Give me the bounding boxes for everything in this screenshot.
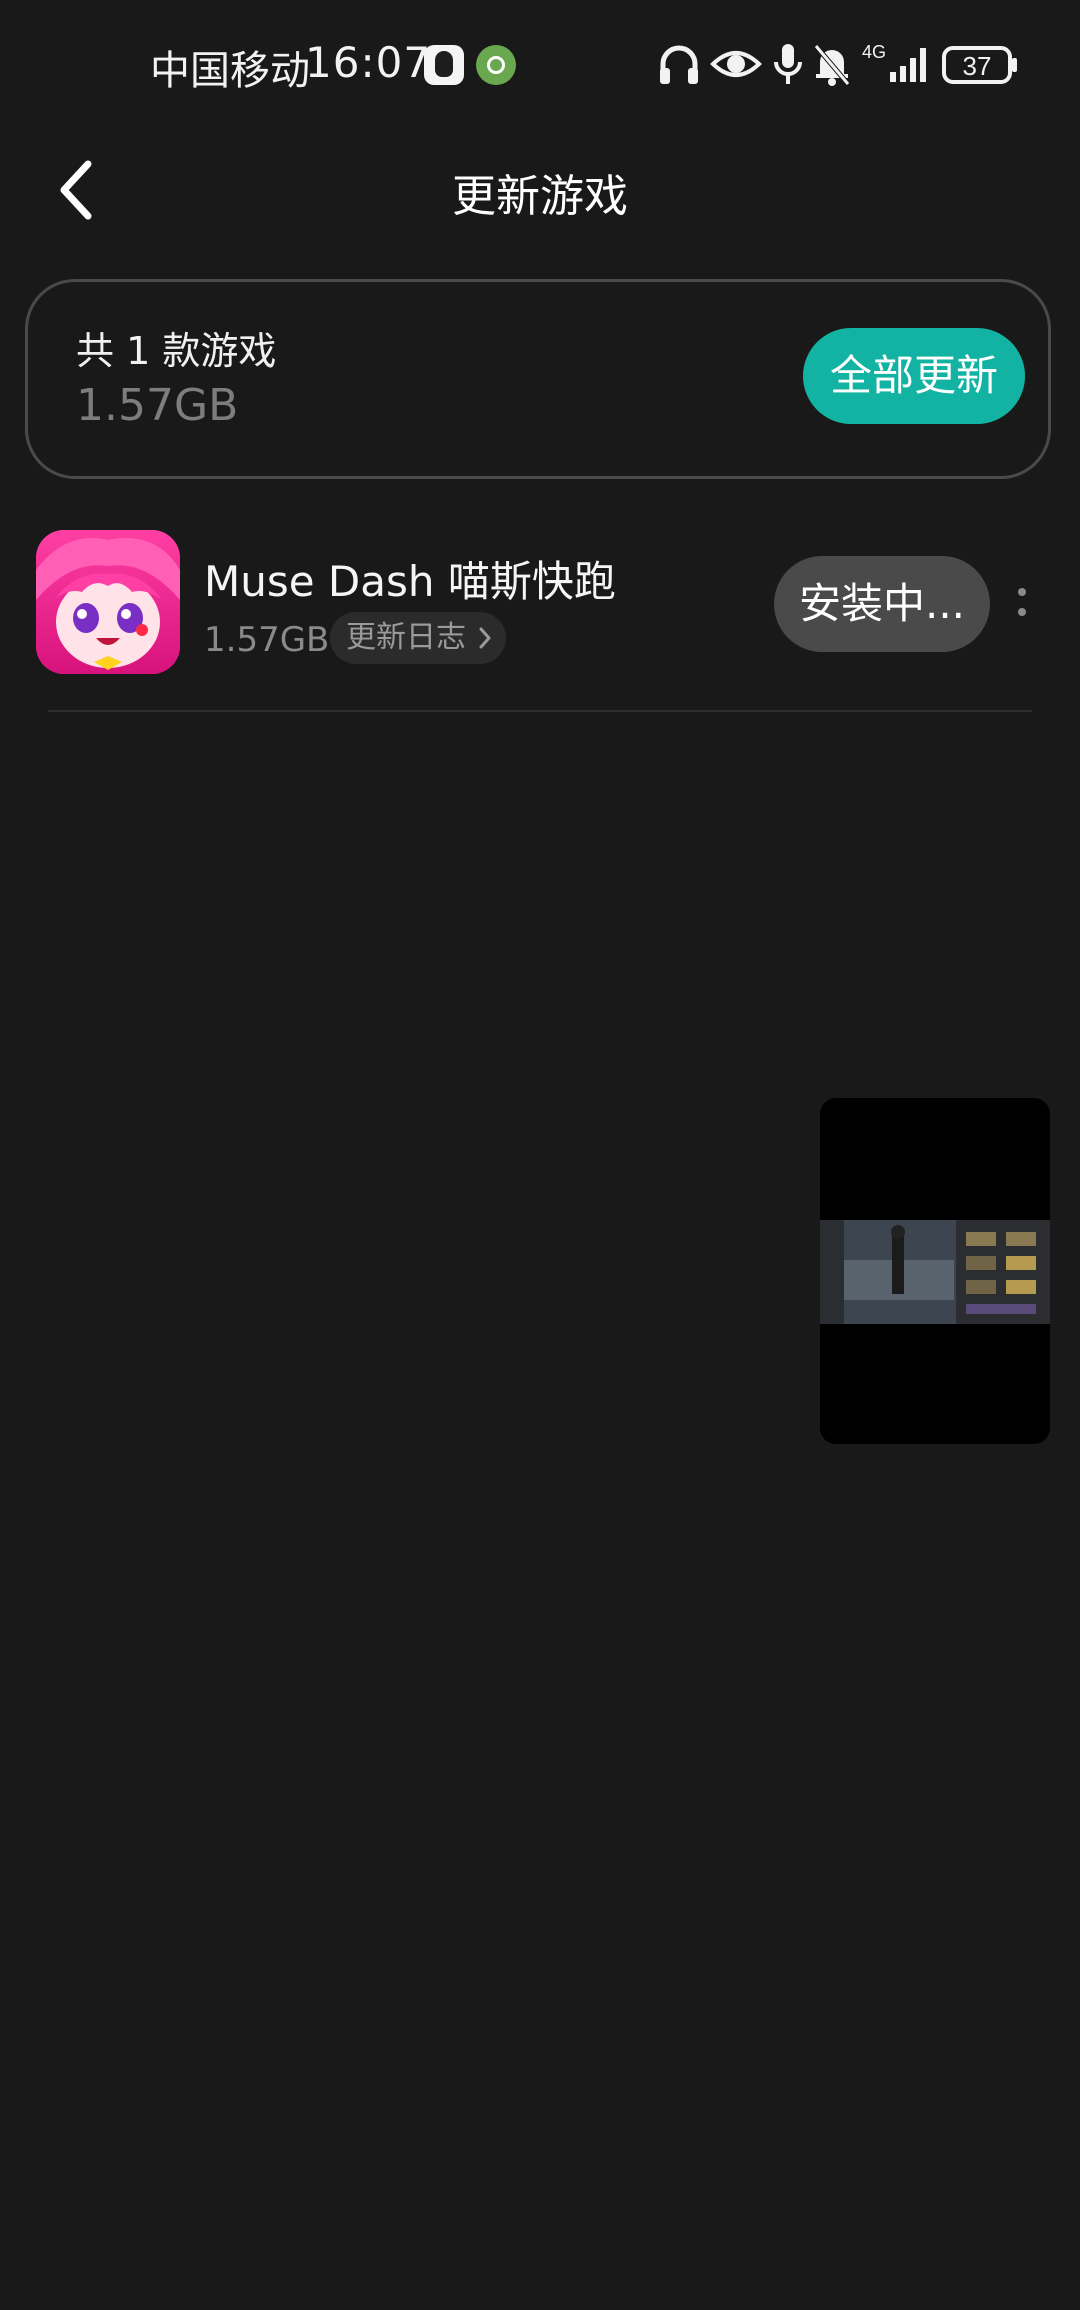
- settings-notification-icon: [476, 45, 516, 85]
- network-type: 4G: [862, 42, 886, 62]
- divider: [48, 710, 1032, 712]
- installing-button[interactable]: 安装中...: [774, 556, 990, 652]
- page-title: 更新游戏: [452, 171, 628, 222]
- update-all-button[interactable]: 全部更新: [803, 328, 1025, 424]
- header: 更新游戏: [0, 130, 1080, 250]
- eye-icon: [710, 51, 762, 77]
- game-name: Muse Dash 喵斯快跑: [204, 557, 616, 606]
- game-list-item[interactable]: Muse Dash 喵斯快跑 1.57GB 更新日志 安装中...: [0, 520, 1080, 712]
- preview-image: [820, 1220, 1050, 1324]
- muse-dash-app-icon[interactable]: [36, 530, 180, 674]
- game-size: 1.57GB: [204, 620, 330, 660]
- changelog-label: 更新日志: [346, 620, 466, 655]
- more-vertical-icon[interactable]: [1010, 582, 1034, 626]
- headphones-icon: [660, 45, 698, 84]
- battery-level: 37: [963, 51, 992, 81]
- carrier-name: 中国移动: [150, 48, 310, 94]
- floating-game-preview[interactable]: [820, 1098, 1050, 1444]
- status-time: 16:07: [305, 38, 432, 87]
- chevron-right-icon: [479, 627, 491, 649]
- battery-icon: 37: [942, 46, 1017, 84]
- signal-icon: 4G: [862, 42, 926, 82]
- microphone-icon: [774, 44, 802, 84]
- game-artwork: [36, 530, 180, 674]
- update-summary-card: 共 1 款游戏 1.57GB 全部更新: [25, 279, 1051, 479]
- bell-off-icon: [814, 44, 850, 86]
- changelog-button[interactable]: 更新日志: [330, 612, 506, 664]
- qq-notification-icon: [424, 45, 464, 85]
- total-size: 1.57GB: [76, 380, 239, 431]
- status-bar: 中国移动 16:07 4G 37: [0, 0, 1080, 120]
- preview-thumbnail: [820, 1220, 1050, 1324]
- game-count-text: 共 1 款游戏: [76, 329, 277, 373]
- update-games-screen: 中国移动 16:07 4G 37 更新游戏 共 1 款游戏 1.57GB 全部更…: [0, 0, 1080, 2310]
